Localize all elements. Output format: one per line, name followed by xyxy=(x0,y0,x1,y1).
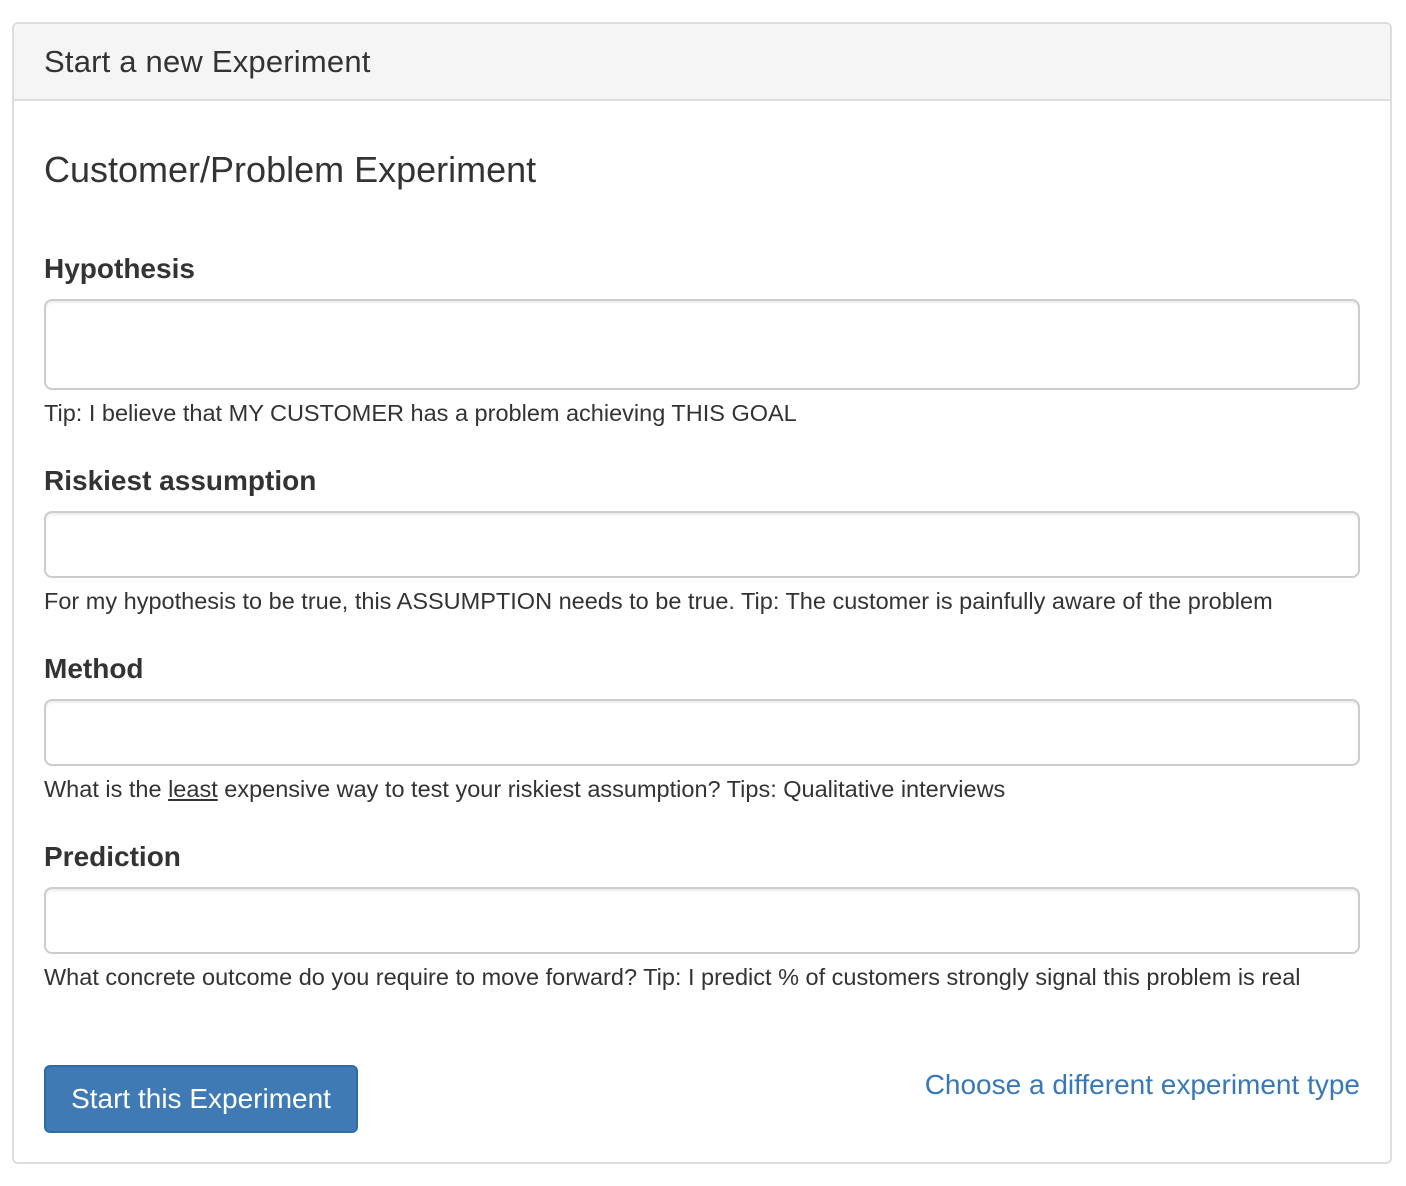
riskiest-assumption-input[interactable] xyxy=(44,511,1360,578)
riskiest-assumption-help-text: For my hypothesis to be true, this ASSUM… xyxy=(44,588,1273,614)
experiment-panel: Start a new Experiment Customer/Problem … xyxy=(12,22,1392,1164)
experiment-type-title: Customer/Problem Experiment xyxy=(44,149,537,190)
method-help-after: expensive way to test your riskiest assu… xyxy=(217,776,1006,802)
panel-heading: Start a new Experiment xyxy=(14,24,1390,101)
method-help-before: What is the xyxy=(44,776,169,802)
prediction-help-text: What concrete outcome do you require to … xyxy=(44,964,1301,990)
hypothesis-input[interactable] xyxy=(44,299,1360,390)
choose-different-experiment-link[interactable]: Choose a different experiment type xyxy=(925,1069,1360,1101)
prediction-input[interactable] xyxy=(44,887,1360,954)
prediction-label: Prediction xyxy=(44,841,181,872)
method-input[interactable] xyxy=(44,699,1360,766)
start-experiment-button[interactable]: Start this Experiment xyxy=(44,1065,358,1133)
hypothesis-help-text: Tip: I believe that MY CUSTOMER has a pr… xyxy=(44,400,797,426)
method-help-text: What is the least expensive way to test … xyxy=(44,776,1005,803)
method-label: Method xyxy=(44,653,144,684)
riskiest-assumption-label: Riskiest assumption xyxy=(44,465,317,496)
hypothesis-label: Hypothesis xyxy=(44,253,195,284)
panel-title: Start a new Experiment xyxy=(44,43,371,79)
method-help-emphasis: least xyxy=(168,776,218,802)
